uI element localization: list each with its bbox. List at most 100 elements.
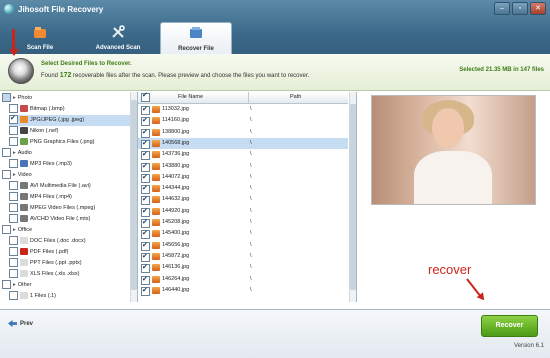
table-row[interactable]: 113032.jpg \ bbox=[138, 104, 348, 115]
column-path[interactable]: Path bbox=[290, 94, 301, 100]
row-checkbox[interactable] bbox=[141, 206, 150, 217]
tree-checkbox[interactable] bbox=[2, 225, 11, 235]
row-checkbox[interactable] bbox=[141, 161, 150, 172]
tree-item[interactable]: PPT Files (.ppt .pptx) bbox=[9, 258, 130, 269]
expand-icon[interactable]: ▸ bbox=[13, 95, 16, 101]
selected-summary: Selected 21.35 MB in 147 files bbox=[459, 67, 544, 73]
tree-category[interactable]: ▸ Office bbox=[2, 225, 130, 236]
row-checkbox[interactable] bbox=[141, 138, 150, 149]
expand-icon[interactable]: ▸ bbox=[13, 282, 16, 288]
row-checkbox[interactable] bbox=[141, 183, 150, 195]
file-type-icon bbox=[20, 105, 28, 113]
tree-item[interactable]: XLS Files (.xls .xlsx) bbox=[9, 269, 130, 280]
row-checkbox[interactable] bbox=[141, 274, 150, 285]
table-row[interactable]: 144632.jpg \ bbox=[138, 194, 348, 206]
tree-checkbox[interactable] bbox=[9, 269, 18, 279]
tree-checkbox[interactable] bbox=[9, 258, 18, 268]
tree-checkbox[interactable] bbox=[2, 148, 11, 158]
tree-checkbox[interactable] bbox=[9, 104, 18, 114]
scrollbar-thumb[interactable] bbox=[131, 100, 137, 290]
minimize-button[interactable]: – bbox=[494, 2, 510, 15]
table-row[interactable]: 146440.jpg \ bbox=[138, 285, 348, 296]
row-checkbox[interactable] bbox=[141, 104, 150, 115]
table-row[interactable]: 145208.jpg \ bbox=[138, 217, 348, 228]
tree-item[interactable]: DOC Files (.doc .docx) bbox=[9, 236, 130, 247]
tree-category[interactable]: ▸ Photo bbox=[2, 93, 130, 104]
tree-category[interactable]: ▸ Video bbox=[2, 170, 130, 181]
tree-item[interactable]: AVI Multimedia File (.avi) bbox=[9, 181, 130, 192]
tree-item[interactable]: JPG/JPEG (.jpg .jpeg) bbox=[9, 113, 130, 126]
tree-item[interactable]: MPEG Video Files (.mpeg) bbox=[9, 203, 130, 214]
tree-item[interactable]: Nikon (.nef) bbox=[9, 126, 130, 137]
select-all-checkbox[interactable] bbox=[141, 92, 150, 102]
tree-item[interactable]: PDF Files (.pdf) bbox=[9, 247, 130, 258]
tree-item[interactable]: PNG Graphics Files (.png) bbox=[9, 137, 130, 148]
tree-category[interactable]: ▸ Audio bbox=[2, 148, 130, 159]
table-row[interactable]: 145656.jpg \ bbox=[138, 240, 348, 251]
tree-category[interactable]: ▸ Other bbox=[2, 280, 130, 291]
file-name-cell: 143736.jpg bbox=[162, 151, 190, 158]
tree-item-label: PNG Graphics Files (.png) bbox=[30, 139, 95, 145]
tree-checkbox[interactable] bbox=[2, 93, 11, 103]
expand-icon[interactable]: ▸ bbox=[13, 172, 16, 178]
file-type-icon bbox=[20, 127, 28, 135]
tree-item[interactable]: MP3 Files (.mp3) bbox=[9, 159, 130, 170]
table-row[interactable]: 146264.jpg \ bbox=[138, 274, 348, 285]
row-checkbox[interactable] bbox=[141, 217, 150, 228]
table-row[interactable]: 144344.jpg \ bbox=[138, 183, 348, 195]
row-checkbox[interactable] bbox=[141, 285, 150, 296]
back-arrow-icon bbox=[8, 320, 17, 327]
tree-item[interactable]: AVCHD Video File (.mts) bbox=[9, 214, 130, 225]
jpg-file-icon bbox=[152, 286, 160, 294]
tree-item[interactable]: MP4 Files (.mp4) bbox=[9, 192, 130, 203]
table-row[interactable]: 143736.jpg \ bbox=[138, 149, 348, 161]
file-list-scrollbar[interactable] bbox=[349, 92, 356, 302]
table-row[interactable]: 114160.jpg \ bbox=[138, 115, 348, 127]
tree-item[interactable]: 1 Files (.1) bbox=[9, 291, 130, 302]
expand-icon[interactable]: ▸ bbox=[13, 227, 16, 233]
tree-checkbox[interactable] bbox=[9, 291, 18, 301]
row-checkbox[interactable] bbox=[141, 194, 150, 206]
tree-checkbox[interactable] bbox=[9, 159, 18, 169]
table-row[interactable]: 145872.jpg \ bbox=[138, 251, 348, 262]
column-file-name[interactable]: File Name bbox=[178, 94, 203, 100]
row-checkbox[interactable] bbox=[141, 172, 150, 183]
tree-checkbox[interactable] bbox=[9, 113, 18, 125]
tree-checkbox[interactable] bbox=[9, 137, 18, 147]
scrollbar-thumb[interactable] bbox=[350, 104, 356, 290]
found-count: 172 bbox=[59, 72, 72, 79]
tree-checkbox[interactable] bbox=[9, 214, 18, 224]
maximize-button[interactable]: ▫ bbox=[512, 2, 528, 15]
row-checkbox[interactable] bbox=[141, 240, 150, 251]
tree-item-label: Bitmap (.bmp) bbox=[30, 106, 65, 112]
tree-checkbox[interactable] bbox=[9, 203, 18, 213]
tree-checkbox[interactable] bbox=[2, 280, 11, 290]
tree-checkbox[interactable] bbox=[2, 170, 11, 180]
tab-advanced-scan[interactable]: Advanced Scan bbox=[83, 22, 153, 54]
tree-item[interactable]: Bitmap (.bmp) bbox=[9, 104, 130, 115]
table-row[interactable]: 138800.jpg \ bbox=[138, 127, 348, 138]
table-row[interactable]: 144072.jpg \ bbox=[138, 172, 348, 183]
row-checkbox[interactable] bbox=[141, 262, 150, 274]
row-checkbox[interactable] bbox=[141, 251, 150, 262]
row-checkbox[interactable] bbox=[141, 115, 150, 127]
prev-button[interactable]: Prev bbox=[8, 320, 33, 327]
tab-recover-file[interactable]: Recover File bbox=[160, 22, 232, 55]
recover-button[interactable]: Recover bbox=[481, 315, 538, 337]
tree-checkbox[interactable] bbox=[9, 181, 18, 191]
table-row[interactable]: 143880.jpg \ bbox=[138, 161, 348, 172]
table-row[interactable]: 145400.jpg \ bbox=[138, 228, 348, 240]
expand-icon[interactable]: ▸ bbox=[13, 150, 16, 156]
table-row[interactable]: 144920.jpg \ bbox=[138, 206, 348, 217]
row-checkbox[interactable] bbox=[141, 149, 150, 161]
close-button[interactable]: ✕ bbox=[530, 2, 546, 15]
table-row[interactable]: 146136.jpg \ bbox=[138, 262, 348, 274]
row-checkbox[interactable] bbox=[141, 127, 150, 138]
tree-checkbox[interactable] bbox=[9, 236, 18, 246]
row-checkbox[interactable] bbox=[141, 228, 150, 240]
tree-checkbox[interactable] bbox=[9, 126, 18, 136]
tree-checkbox[interactable] bbox=[9, 192, 18, 202]
tree-checkbox[interactable] bbox=[9, 247, 18, 257]
tree-scrollbar[interactable] bbox=[130, 92, 137, 302]
table-row[interactable]: 140568.jpg \ bbox=[138, 137, 348, 149]
